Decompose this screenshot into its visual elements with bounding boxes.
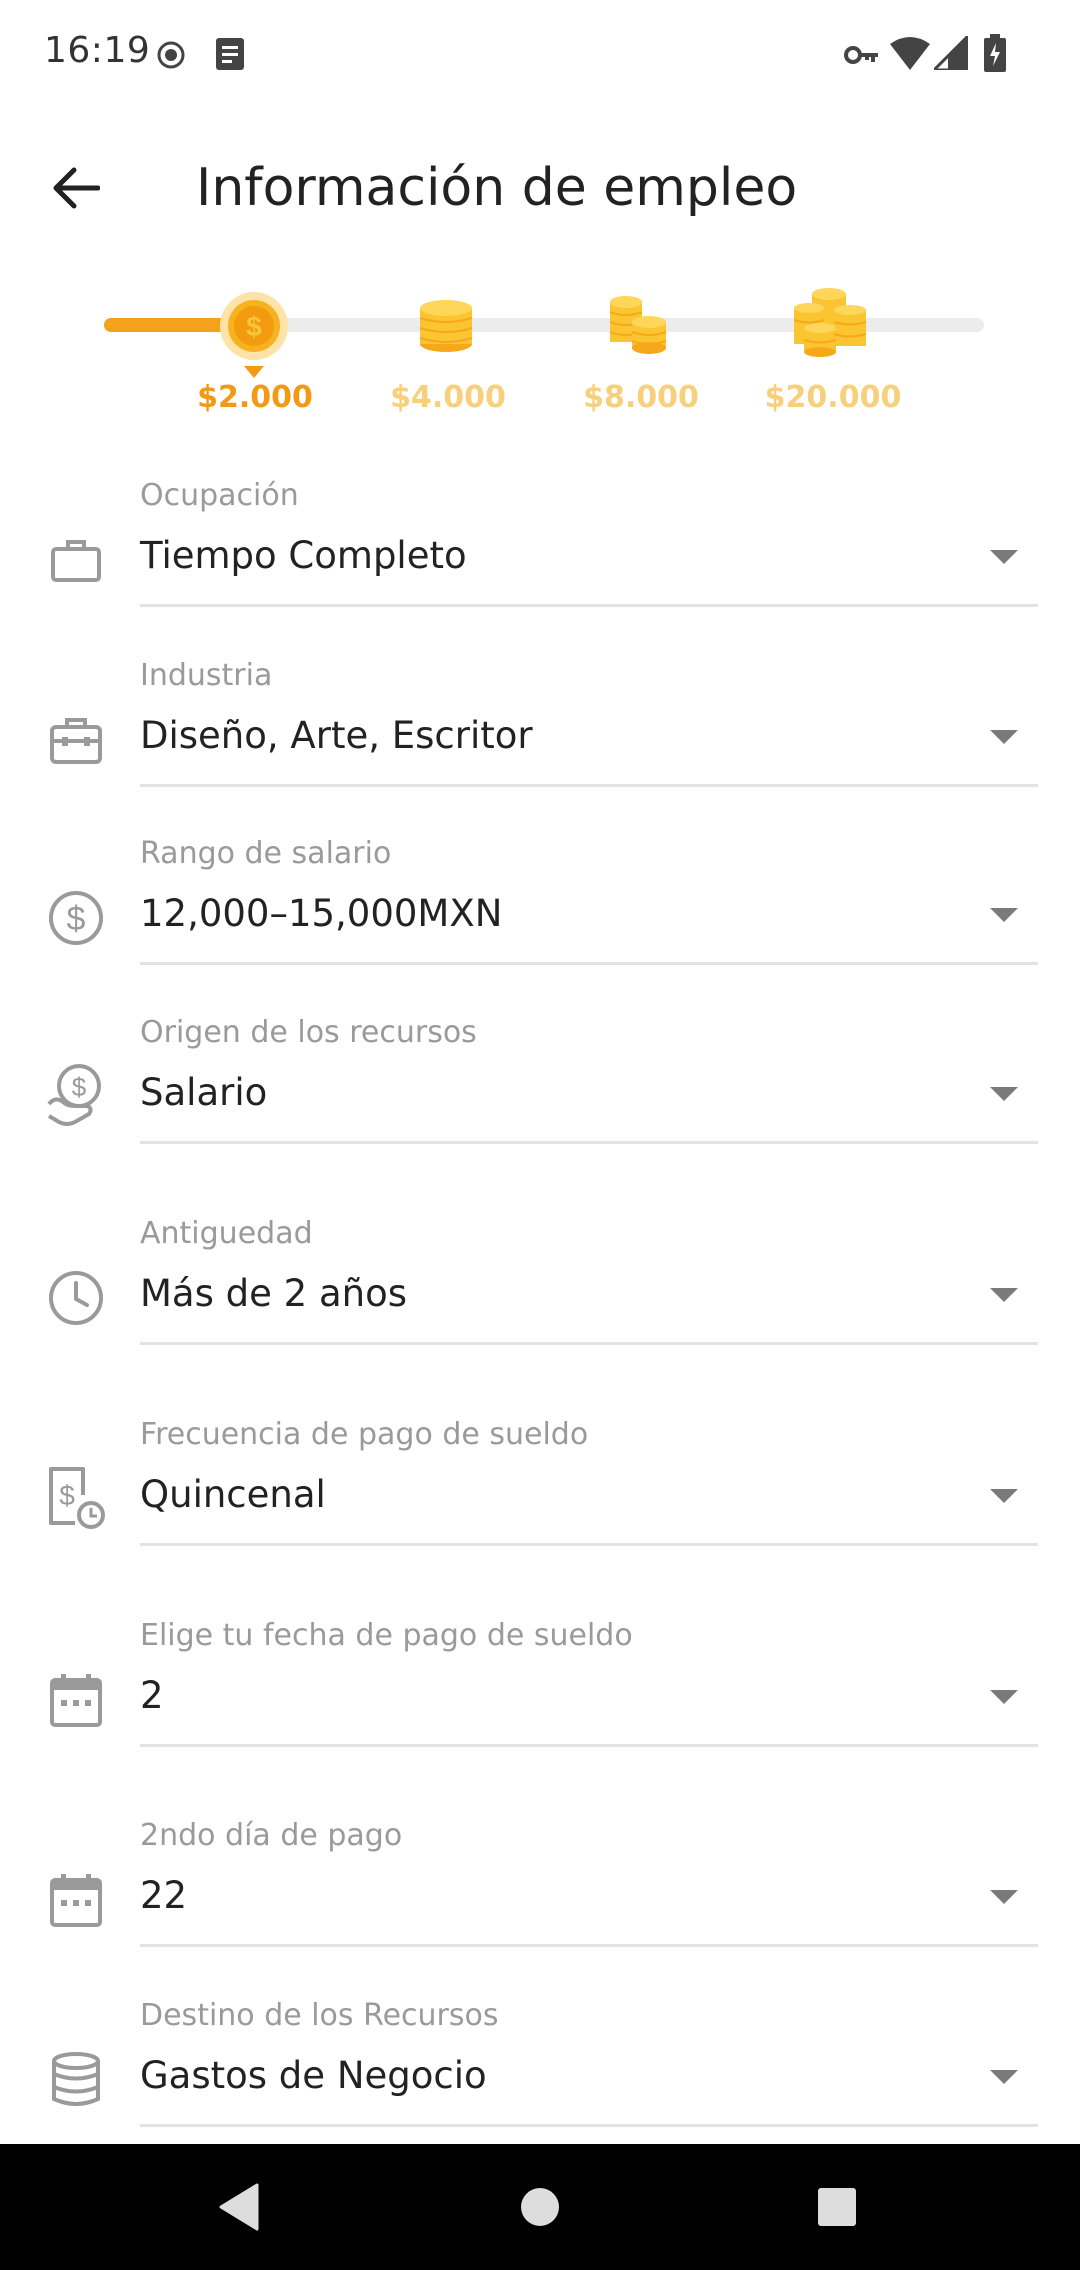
dollar-circle-icon: $ xyxy=(44,886,108,950)
dropdown-arrow-icon xyxy=(990,550,1018,564)
briefcase-icon xyxy=(44,528,108,592)
field-value: Diseño, Arte, Escritor xyxy=(140,714,533,757)
field-underline xyxy=(140,962,1038,965)
field-underline xyxy=(140,1141,1038,1144)
field-pay-frequency[interactable]: Frecuencia de pago de sueldo $ Quincenal xyxy=(0,1417,1080,1587)
field-value: Más de 2 años xyxy=(140,1272,407,1315)
page-title: Información de empleo xyxy=(196,158,798,218)
status-bar: 16:19 xyxy=(0,0,1080,110)
field-industry[interactable]: Industria Diseño, Arte, Escritor xyxy=(0,658,1080,828)
dropdown-arrow-icon xyxy=(990,730,1018,744)
active-level-caret xyxy=(244,366,264,378)
field-underline xyxy=(140,1543,1038,1546)
field-label: Antiguedad xyxy=(140,1216,313,1251)
level-label-2[interactable]: $4.000 xyxy=(358,380,538,415)
toolbar: Información de empleo xyxy=(0,130,1080,250)
arrow-back-icon xyxy=(53,167,100,209)
field-pay-date[interactable]: Elige tu fecha de pago de sueldo 2 xyxy=(0,1618,1080,1788)
database-icon xyxy=(44,2048,108,2112)
field-label: Destino de los Recursos xyxy=(140,1998,499,2033)
dropdown-arrow-icon xyxy=(990,908,1018,922)
field-label: Elige tu fecha de pago de sueldo xyxy=(140,1618,633,1653)
svg-text:$: $ xyxy=(59,1480,75,1511)
svg-text:$: $ xyxy=(67,900,86,938)
dropdown-arrow-icon xyxy=(990,1489,1018,1503)
field-value: Salario xyxy=(140,1071,268,1114)
dropdown-arrow-icon xyxy=(990,1690,1018,1704)
field-underline xyxy=(140,1944,1038,1947)
status-time: 16:19 xyxy=(44,30,151,71)
nav-back-button[interactable] xyxy=(204,2172,274,2242)
field-underline xyxy=(140,2124,1038,2127)
field-value: Gastos de Negocio xyxy=(140,2054,487,2097)
cell-signal-icon xyxy=(934,36,968,70)
square-recents-icon xyxy=(818,2188,856,2226)
toolbox-icon xyxy=(44,708,108,772)
svg-text:$: $ xyxy=(72,1072,87,1102)
field-label: Rango de salario xyxy=(140,836,392,871)
level-label-4[interactable]: $20.000 xyxy=(743,380,923,415)
field-underline xyxy=(140,1342,1038,1345)
coin-dollar-icon[interactable]: $ xyxy=(218,290,290,362)
field-label: Ocupación xyxy=(140,478,299,513)
record-icon xyxy=(157,41,185,69)
field-salary-range[interactable]: Rango de salario $ 12,000–15,000MXN xyxy=(0,836,1080,1006)
triangle-back-icon xyxy=(219,2183,259,2231)
calendar-icon xyxy=(44,1868,108,1932)
wifi-icon xyxy=(890,37,930,70)
battery-charging-icon xyxy=(984,34,1006,72)
field-label: Frecuencia de pago de sueldo xyxy=(140,1417,589,1452)
field-label: Origen de los recursos xyxy=(140,1015,477,1050)
field-occupation[interactable]: Ocupación Tiempo Completo xyxy=(0,478,1080,648)
dropdown-arrow-icon xyxy=(990,1890,1018,1904)
field-value: 22 xyxy=(140,1874,188,1917)
coin-stacks-icon[interactable] xyxy=(606,294,670,354)
coin-stack-icon[interactable] xyxy=(416,294,476,354)
dropdown-arrow-icon xyxy=(990,2070,1018,2084)
level-label-1[interactable]: $2.000 xyxy=(165,380,345,415)
field-seniority[interactable]: Antiguedad Más de 2 años xyxy=(0,1216,1080,1386)
navigation-bar xyxy=(0,2144,1080,2270)
clock-icon xyxy=(44,1266,108,1330)
nav-recents-button[interactable] xyxy=(802,2172,872,2242)
pay-schedule-icon: $ xyxy=(44,1465,108,1529)
field-value: 2 xyxy=(140,1674,164,1717)
field-label: Industria xyxy=(140,658,273,693)
vpn-key-icon xyxy=(844,46,878,64)
field-underline xyxy=(140,604,1038,607)
circle-home-icon xyxy=(521,2188,559,2226)
field-value: 12,000–15,000MXN xyxy=(140,892,503,935)
field-funds-destination[interactable]: Destino de los Recursos Gastos de Negoci… xyxy=(0,1998,1080,2168)
dropdown-arrow-icon xyxy=(990,1288,1018,1302)
back-button[interactable] xyxy=(40,152,112,224)
coin-pile-icon[interactable] xyxy=(792,288,868,358)
level-label-3[interactable]: $8.000 xyxy=(551,380,731,415)
field-funds-origin[interactable]: Origen de los recursos $ Salario xyxy=(0,1015,1080,1185)
hand-coin-icon: $ xyxy=(44,1063,108,1127)
nav-home-button[interactable] xyxy=(505,2172,575,2242)
dropdown-arrow-icon xyxy=(990,1087,1018,1101)
svg-text:$: $ xyxy=(246,311,262,342)
field-value: Tiempo Completo xyxy=(140,534,467,577)
field-second-pay-day[interactable]: 2ndo día de pago 22 xyxy=(0,1818,1080,1988)
calendar-icon xyxy=(44,1668,108,1732)
field-value: Quincenal xyxy=(140,1473,326,1516)
document-icon xyxy=(216,38,244,70)
field-label: 2ndo día de pago xyxy=(140,1818,403,1853)
field-underline xyxy=(140,784,1038,787)
field-underline xyxy=(140,1744,1038,1747)
